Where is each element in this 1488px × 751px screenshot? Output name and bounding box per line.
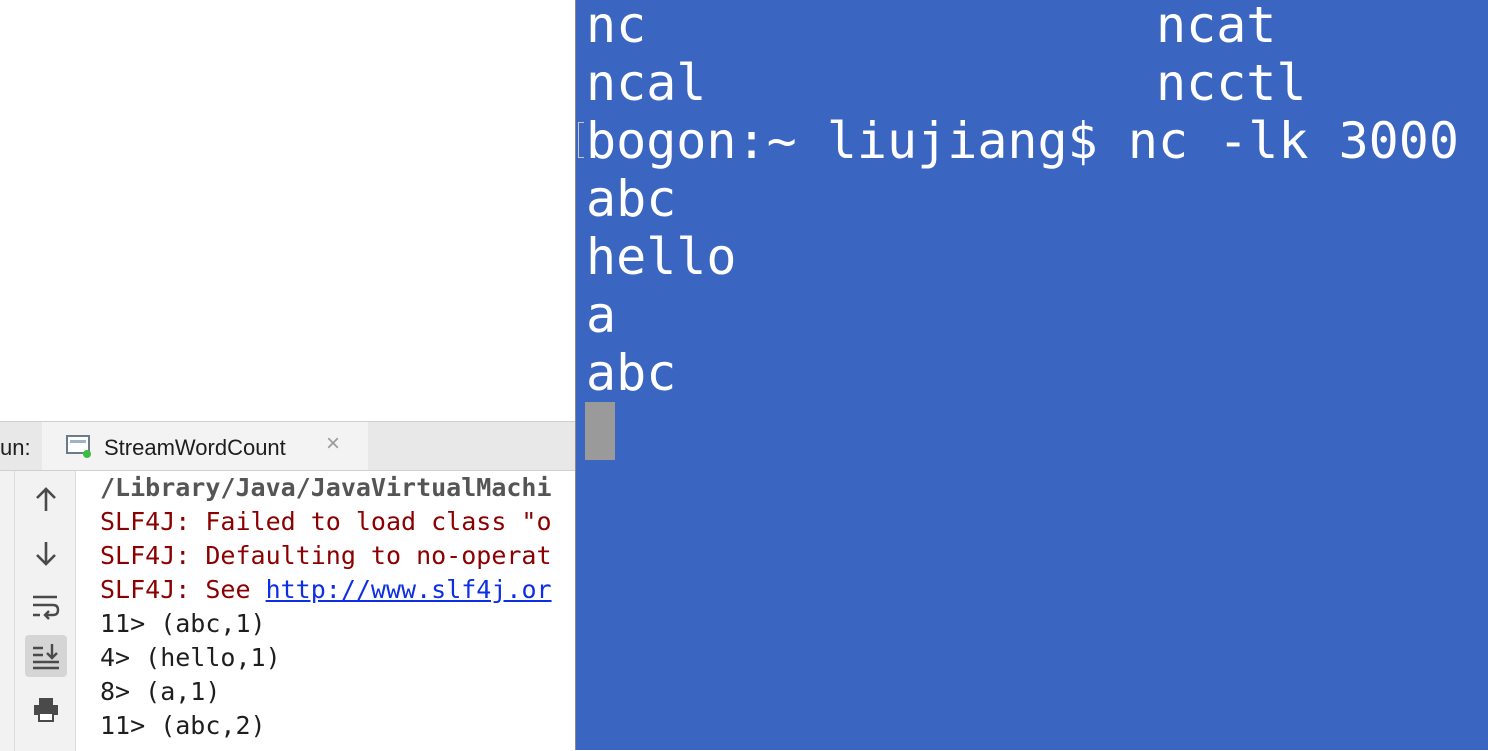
typed-input-line: abc [586,170,677,228]
completion-item: ncat [1156,0,1277,54]
completion-item: ncal [586,54,707,112]
typed-input-line: hello [586,228,737,286]
left-gutter [0,471,15,751]
console-line-slf4j-error: SLF4J: Defaulting to no-operat [100,541,552,570]
typed-input-line: a [586,286,617,344]
console-output[interactable]: /Library/Java/JavaVirtualMachi SLF4J: Fa… [100,471,575,751]
down-arrow-icon[interactable] [25,532,67,574]
typed-input-line: abc [586,344,677,402]
console-line-slf4j-error: SLF4J: Failed to load class "o [100,507,552,536]
console-line-prefix: SLF4J: See [100,575,266,604]
run-toolbar [15,471,76,751]
console-line-java-path: /Library/Java/JavaVirtualMachi [100,473,552,502]
run-tool-header: un: StreamWordCount × [0,422,575,471]
console-line-output: 11> (abc,2) [100,711,266,740]
up-arrow-icon[interactable] [25,479,67,521]
editor-area[interactable] [0,0,575,421]
completion-item: ncctl [1156,54,1307,112]
console-line-slf4j-see: SLF4J: See http://www.slf4j.or [100,573,552,607]
scroll-to-end-icon[interactable] [25,635,67,677]
tab-stream-word-count[interactable]: StreamWordCount × [42,422,368,470]
console-line-output: 4> (hello,1) [100,643,281,672]
run-label: un: [0,435,31,460]
console-line-output: 11> (abc,1) [100,609,266,638]
terminal-cursor [585,402,615,460]
print-icon[interactable] [25,688,67,730]
ide-window: un: StreamWordCount × /Library/Java/Java… [0,0,575,751]
console-line-output: 8> (a,1) [100,677,221,706]
completion-item: nc [586,0,647,54]
prompt-mark [578,122,584,158]
run-tool-window: un: StreamWordCount × /Library/Java/Java… [0,421,575,751]
slf4j-link[interactable]: http://www.slf4j.or [266,575,552,604]
terminal-window[interactable]: nc ncat ncal ncctl bogon:~ liujiang$ nc … [575,0,1488,750]
tab-label: StreamWordCount [104,435,286,460]
shell-prompt-command: bogon:~ liujiang$ nc -lk 3000 [586,112,1459,170]
run-console-icon [66,434,92,458]
soft-wrap-icon[interactable] [25,585,67,627]
close-icon[interactable]: × [326,432,340,456]
